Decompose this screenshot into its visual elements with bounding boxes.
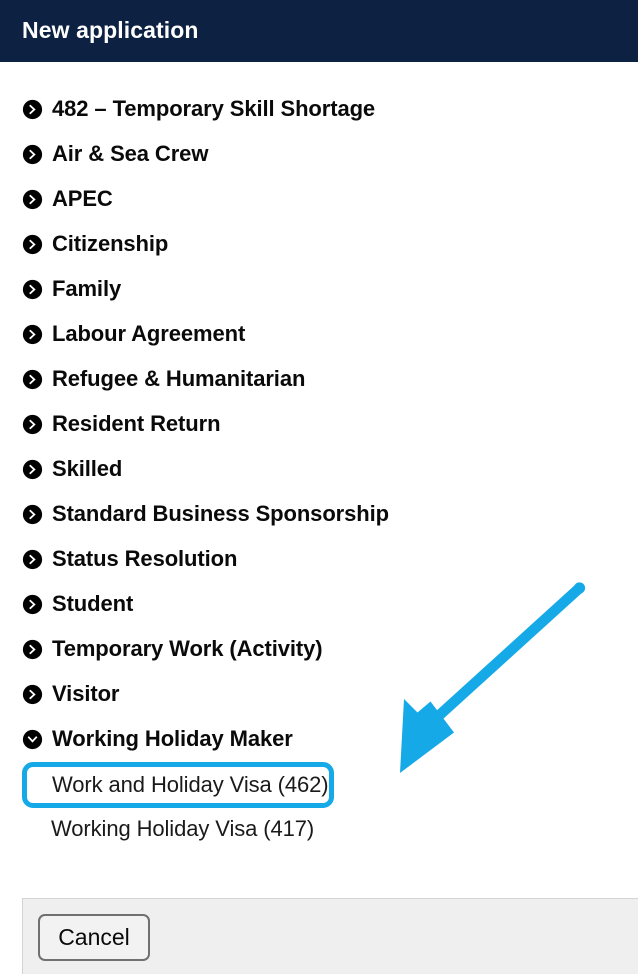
application-category-list: 482 – Temporary Skill Shortage Air & Sea … bbox=[0, 62, 638, 890]
category-item-label: Citizenship bbox=[52, 231, 169, 256]
category-item[interactable]: Temporary Work (Activity) bbox=[22, 627, 323, 672]
chevron-right-circle-icon[interactable] bbox=[22, 234, 43, 255]
category-item[interactable]: Labour Agreement bbox=[22, 312, 245, 357]
chevron-right-circle-icon[interactable] bbox=[22, 549, 43, 570]
category-item[interactable]: Working Holiday Maker bbox=[22, 717, 293, 762]
chevron-right-circle-icon[interactable] bbox=[22, 594, 43, 615]
chevron-down-circle-icon[interactable] bbox=[22, 729, 43, 750]
category-item[interactable]: Refugee & Humanitarian bbox=[22, 357, 305, 402]
category-item-label: Resident Return bbox=[52, 411, 221, 436]
dialog-footer: Cancel bbox=[22, 898, 638, 974]
chevron-right-circle-icon[interactable] bbox=[22, 504, 43, 525]
chevron-right-circle-icon[interactable] bbox=[22, 369, 43, 390]
category-item[interactable]: Air & Sea Crew bbox=[22, 132, 208, 177]
chevron-right-circle-icon[interactable] bbox=[22, 189, 43, 210]
category-item-label: Skilled bbox=[52, 456, 123, 481]
category-item[interactable]: Visitor bbox=[22, 672, 119, 717]
page-title: New application bbox=[22, 17, 199, 43]
category-item-label: Standard Business Sponsorship bbox=[52, 501, 389, 526]
category-item[interactable]: Resident Return bbox=[22, 402, 221, 447]
category-item-label: Temporary Work (Activity) bbox=[52, 636, 323, 661]
subcategory-item-selected[interactable]: Work and Holiday Visa (462) bbox=[22, 761, 334, 808]
category-item-label: Student bbox=[52, 591, 134, 616]
subcategory-item[interactable]: Working Holiday Visa (417) bbox=[22, 807, 314, 852]
category-item[interactable]: 482 – Temporary Skill Shortage bbox=[22, 87, 375, 132]
chevron-right-circle-icon[interactable] bbox=[22, 99, 43, 120]
category-item-label: APEC bbox=[52, 186, 113, 211]
cancel-button[interactable]: Cancel bbox=[38, 914, 150, 961]
window-title-bar: New application bbox=[0, 0, 638, 62]
category-item-label: 482 – Temporary Skill Shortage bbox=[52, 96, 376, 121]
category-item-label: Status Resolution bbox=[52, 546, 238, 571]
category-item[interactable]: Skilled bbox=[22, 447, 122, 492]
chevron-right-circle-icon[interactable] bbox=[22, 639, 43, 660]
chevron-right-circle-icon[interactable] bbox=[22, 459, 43, 480]
category-item-label: Working Holiday Maker bbox=[52, 726, 293, 751]
subcategory-item-label: Work and Holiday Visa (462) bbox=[52, 771, 329, 797]
category-item-label: Air & Sea Crew bbox=[52, 141, 209, 166]
category-item[interactable]: Family bbox=[22, 267, 121, 312]
category-item-label: Refugee & Humanitarian bbox=[52, 366, 306, 391]
category-item-label: Family bbox=[52, 276, 122, 301]
subcategory-item-label: Working Holiday Visa (417) bbox=[51, 816, 315, 841]
chevron-right-circle-icon[interactable] bbox=[22, 684, 43, 705]
chevron-right-circle-icon[interactable] bbox=[22, 144, 43, 165]
chevron-right-circle-icon[interactable] bbox=[22, 414, 43, 435]
category-item[interactable]: Standard Business Sponsorship bbox=[22, 492, 389, 537]
category-item[interactable]: APEC bbox=[22, 177, 113, 222]
chevron-right-circle-icon[interactable] bbox=[22, 279, 43, 300]
category-item-label: Labour Agreement bbox=[52, 321, 246, 346]
category-item[interactable]: Status Resolution bbox=[22, 537, 237, 582]
chevron-right-circle-icon[interactable] bbox=[22, 324, 43, 345]
category-item[interactable]: Student bbox=[22, 582, 133, 627]
category-item-label: Visitor bbox=[52, 681, 120, 706]
category-item[interactable]: Citizenship bbox=[22, 222, 168, 267]
